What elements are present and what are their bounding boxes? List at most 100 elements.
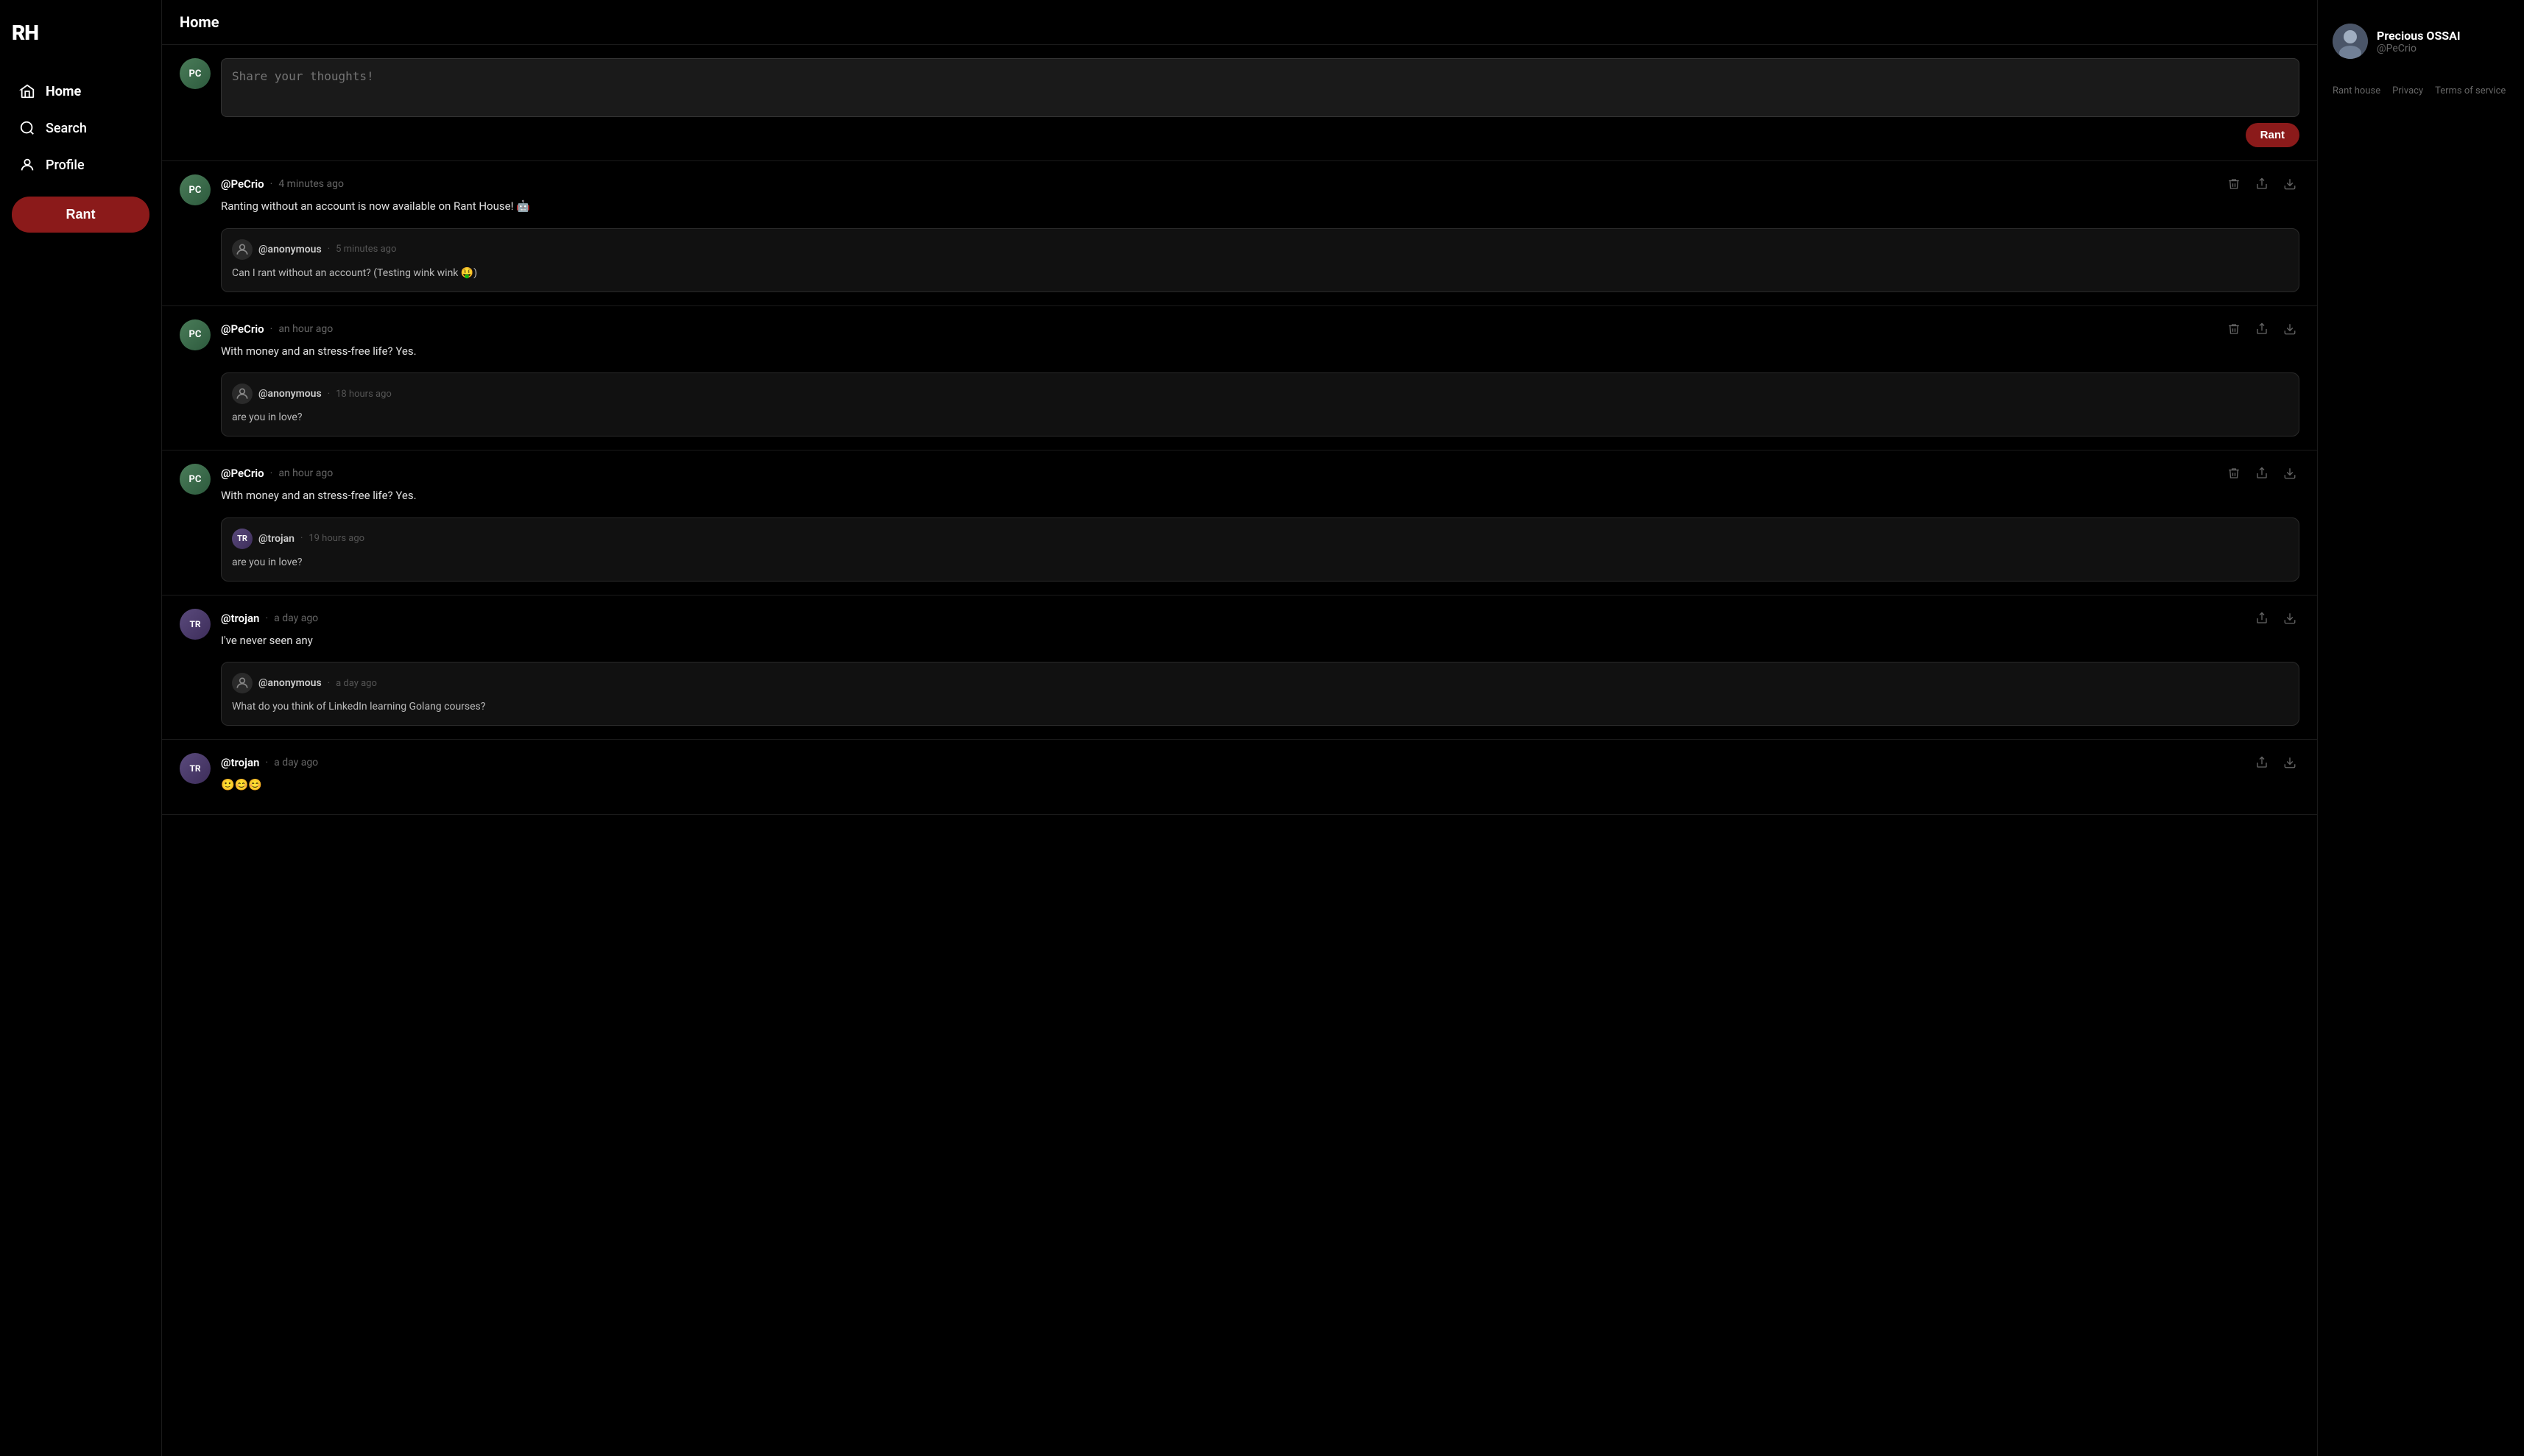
post-3-time: an hour ago <box>278 467 333 479</box>
compose-inner: Rant <box>221 58 2299 147</box>
user-icon <box>19 157 35 173</box>
post-3-reply-avatar: TR <box>232 529 253 549</box>
post-1-meta: @PeCrio · 4 minutes ago <box>221 174 2299 292</box>
post-5-time: a day ago <box>274 757 318 768</box>
post-3-username: @PeCrio <box>221 467 264 480</box>
post-4-reply-content: What do you think of LinkedIn learning G… <box>232 699 2288 715</box>
post-2-reply-avatar <box>232 384 253 404</box>
post-3-meta: @PeCrio · an hour ago <box>221 464 2299 582</box>
profile-info: Precious OSSAI @PeCrio <box>2377 29 2461 54</box>
profile-avatar <box>2333 24 2368 59</box>
post-4: TR @trojan · a day ago <box>162 596 2317 741</box>
post-2-header: PC @PeCrio · an hour ago <box>180 319 2299 437</box>
post-2-time: an hour ago <box>278 323 333 335</box>
post-1-actions <box>2224 174 2299 194</box>
post-2-meta: @PeCrio · an hour ago <box>221 319 2299 437</box>
post-3-actions <box>2224 464 2299 483</box>
post-1-author-row: @PeCrio · 4 minutes ago <box>221 174 2299 194</box>
post-4-avatar: TR <box>180 609 211 640</box>
post-1-delete-button[interactable] <box>2224 174 2243 194</box>
post-1-time: 4 minutes ago <box>278 178 344 190</box>
post-3-download-button[interactable] <box>2280 464 2299 483</box>
post-2-author: @PeCrio · an hour ago <box>221 322 333 336</box>
footer-link-tos[interactable]: Terms of service <box>2435 85 2506 96</box>
compose-section: PC Rant <box>162 45 2317 161</box>
post-3-reply-meta: TR @trojan · 19 hours ago <box>232 529 2288 549</box>
post-5: TR @trojan · a day ago <box>162 740 2317 815</box>
post-2-share-button[interactable] <box>2252 319 2271 339</box>
post-1-share-button[interactable] <box>2252 174 2271 194</box>
post-1-reply: @anonymous · 5 minutes ago Can I rant wi… <box>221 228 2299 292</box>
post-2-username: @PeCrio <box>221 322 264 336</box>
post-1: PC @PeCrio · 4 minutes ago <box>162 161 2317 306</box>
post-4-actions <box>2252 609 2299 628</box>
post-2-actions <box>2224 319 2299 339</box>
post-2-reply-content: are you in love? <box>232 410 2288 425</box>
post-5-author-row: @trojan · a day ago <box>221 753 2299 772</box>
logo: RH <box>12 15 149 51</box>
sidebar-item-search[interactable]: Search <box>12 111 149 145</box>
post-4-reply-username: @anonymous <box>258 677 322 689</box>
post-5-share-button[interactable] <box>2252 753 2271 772</box>
post-1-reply-avatar <box>232 239 253 260</box>
post-2: PC @PeCrio · an hour ago <box>162 306 2317 451</box>
profile-name: Precious OSSAI <box>2377 29 2461 43</box>
post-3-reply-time: 19 hours ago <box>309 533 364 544</box>
profile-handle: @PeCrio <box>2377 43 2461 54</box>
compose-input[interactable] <box>221 58 2299 117</box>
compose-footer: Rant <box>221 123 2299 147</box>
footer-links: Rant house Privacy Terms of service <box>2333 85 2509 96</box>
post-2-delete-button[interactable] <box>2224 319 2243 339</box>
post-2-author-row: @PeCrio · an hour ago <box>221 319 2299 339</box>
post-1-reply-username: @anonymous <box>258 244 322 255</box>
post-3-author: @PeCrio · an hour ago <box>221 467 333 480</box>
footer-link-ranthouse[interactable]: Rant house <box>2333 85 2380 96</box>
post-4-username: @trojan <box>221 612 259 625</box>
sidebar-item-home[interactable]: Home <box>12 74 149 108</box>
post-4-reply-time: a day ago <box>336 678 377 689</box>
submit-rant-button[interactable]: Rant <box>2246 123 2299 147</box>
post-1-header: PC @PeCrio · 4 minutes ago <box>180 174 2299 292</box>
rant-nav-button[interactable]: Rant <box>12 197 149 233</box>
post-1-author: @PeCrio · 4 minutes ago <box>221 177 344 191</box>
post-4-header: TR @trojan · a day ago <box>180 609 2299 727</box>
footer-link-privacy[interactable]: Privacy <box>2392 85 2423 96</box>
post-4-author-row: @trojan · a day ago <box>221 609 2299 628</box>
post-5-author: @trojan · a day ago <box>221 756 318 769</box>
sidebar-item-profile[interactable]: Profile <box>12 148 149 182</box>
main-feed: Home PC Rant PC @PeCrio · 4 minutes ago <box>162 0 2318 1456</box>
post-3-reply: TR @trojan · 19 hours ago are you in lov… <box>221 517 2299 582</box>
post-4-share-button[interactable] <box>2252 609 2271 628</box>
post-4-download-button[interactable] <box>2280 609 2299 628</box>
sidebar-item-home-label: Home <box>46 84 81 99</box>
post-3-delete-button[interactable] <box>2224 464 2243 483</box>
post-3-author-row: @PeCrio · an hour ago <box>221 464 2299 483</box>
post-3-avatar: PC <box>180 464 211 495</box>
post-3-share-button[interactable] <box>2252 464 2271 483</box>
post-5-download-button[interactable] <box>2280 753 2299 772</box>
post-4-reply: @anonymous · a day ago What do you think… <box>221 662 2299 726</box>
post-3: PC @PeCrio · an hour ago <box>162 450 2317 596</box>
post-2-content: With money and an stress-free life? Yes. <box>221 343 2299 360</box>
post-4-reply-avatar <box>232 673 253 693</box>
sidebar-item-profile-label: Profile <box>46 158 85 173</box>
search-icon <box>19 120 35 136</box>
post-1-reply-content: Can I rant without an account? (Testing … <box>232 266 2288 281</box>
post-3-reply-content: are you in love? <box>232 555 2288 570</box>
post-2-avatar: PC <box>180 319 211 350</box>
post-1-reply-time: 5 minutes ago <box>336 244 396 255</box>
home-icon <box>19 83 35 99</box>
post-5-meta: @trojan · a day ago 🙂😊😊 <box>221 753 2299 801</box>
post-2-reply-username: @anonymous <box>258 388 322 400</box>
post-4-reply-meta: @anonymous · a day ago <box>232 673 2288 693</box>
post-5-username: @trojan <box>221 756 259 769</box>
post-1-download-button[interactable] <box>2280 174 2299 194</box>
post-2-reply: @anonymous · 18 hours ago are you in lov… <box>221 372 2299 437</box>
feed-title: Home <box>162 0 2317 45</box>
sidebar-item-search-label: Search <box>46 121 87 136</box>
post-2-download-button[interactable] <box>2280 319 2299 339</box>
right-panel: Precious OSSAI @PeCrio Rant house Privac… <box>2318 0 2524 1456</box>
post-2-reply-meta: @anonymous · 18 hours ago <box>232 384 2288 404</box>
post-5-actions <box>2252 753 2299 772</box>
post-4-content: I've never seen any <box>221 632 2299 649</box>
